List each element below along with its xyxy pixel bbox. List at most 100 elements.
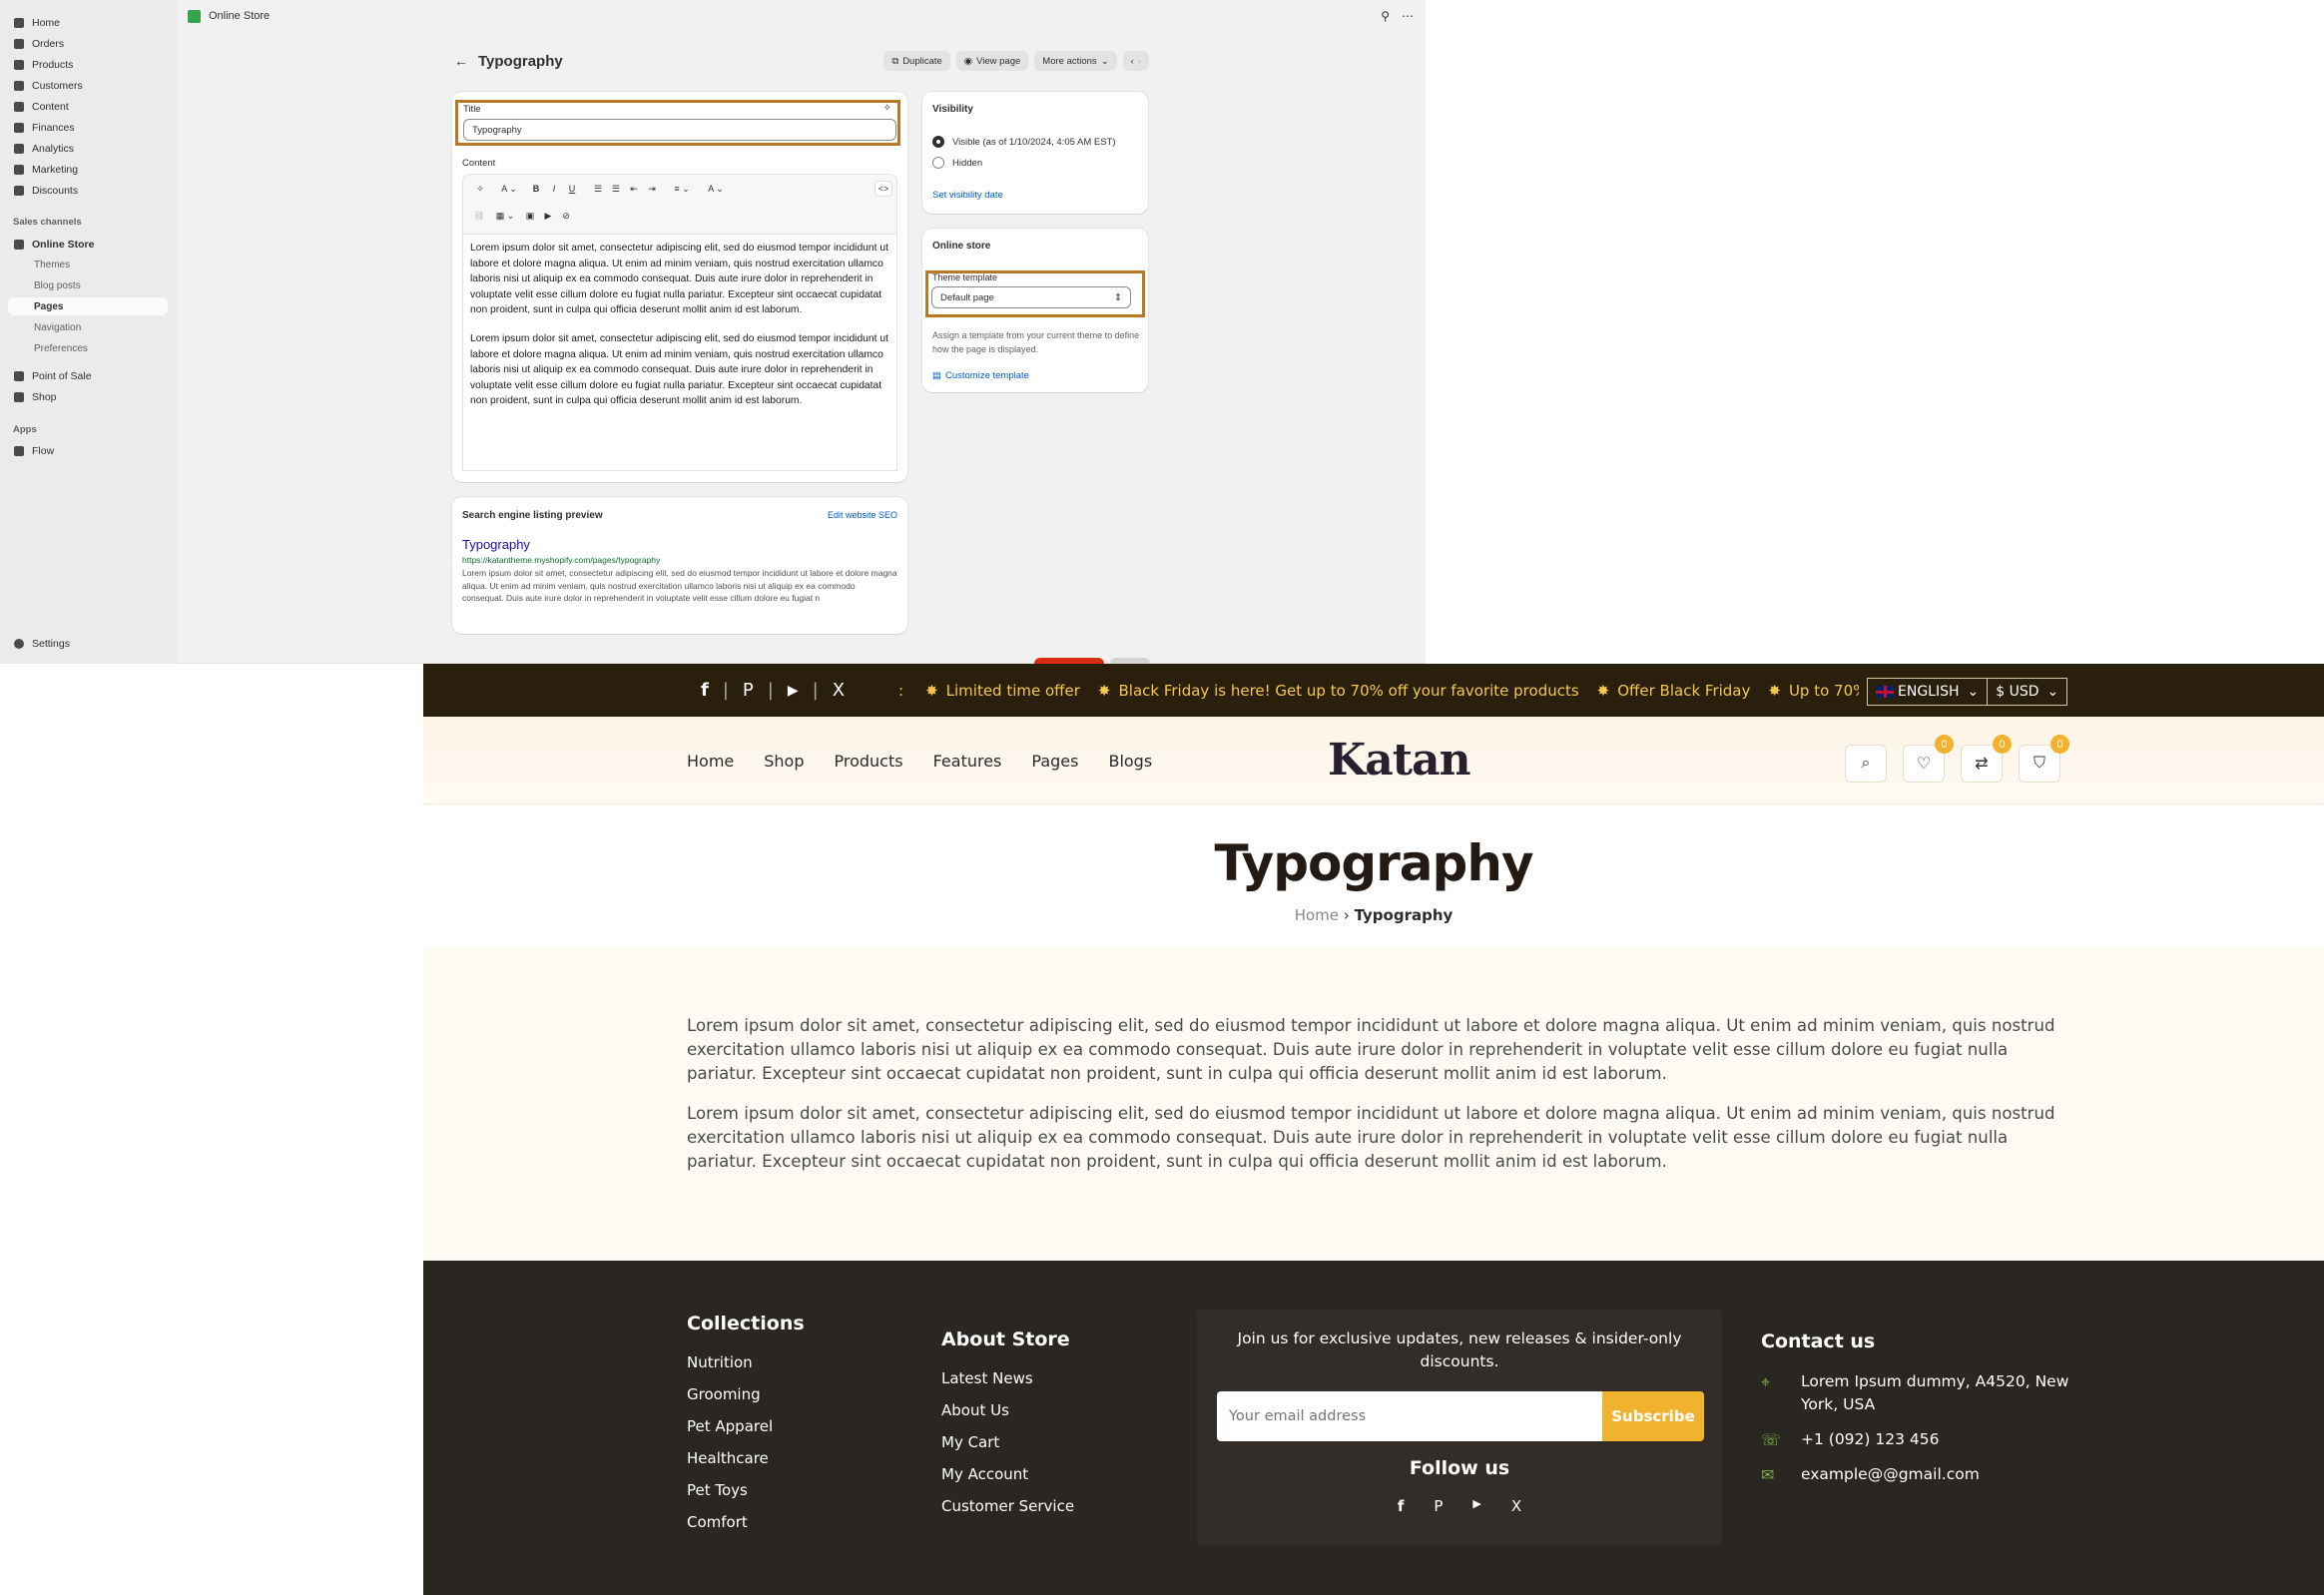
target-icon — [14, 164, 24, 175]
bold-icon[interactable]: B — [529, 181, 543, 197]
underline-icon[interactable]: U — [565, 181, 579, 197]
sidebar-item-analytics[interactable]: Analytics — [10, 139, 168, 158]
footer-link[interactable]: Pet Toys — [687, 1480, 805, 1512]
sidebar-sub-themes[interactable]: Themes — [34, 256, 168, 273]
footer-link[interactable]: Latest News — [941, 1368, 1074, 1400]
sidebar-item-customers[interactable]: Customers — [10, 76, 168, 95]
divider: : — [898, 681, 904, 700]
email-input[interactable] — [1217, 1391, 1602, 1441]
text-color-dropdown[interactable]: A ⌄ — [701, 181, 731, 197]
content-card: Title ✧ Typography Content ✧ A ⌄ B I U ☰… — [452, 92, 907, 482]
marquee-item: ✸Up to 70% Discoun — [1768, 681, 1859, 700]
more-icon[interactable]: ⋯ — [1402, 9, 1414, 23]
pinterest-icon[interactable]: P — [1434, 1497, 1443, 1515]
sidebar-sub-pages[interactable]: Pages — [8, 297, 168, 315]
more-actions-button[interactable]: More actions ⌄ — [1034, 51, 1117, 71]
nav-pages[interactable]: Pages — [1031, 752, 1078, 771]
facebook-icon[interactable]: f — [1398, 1497, 1405, 1515]
content-editor[interactable]: Lorem ipsum dolor sit amet, consectetur … — [462, 234, 897, 471]
footer-link[interactable]: My Account — [941, 1464, 1074, 1496]
sales-channels-heading[interactable]: Sales channels — [13, 217, 82, 228]
chevron-right-icon[interactable]: › — [1138, 56, 1141, 67]
footer-link[interactable]: Nutrition — [687, 1352, 805, 1384]
language-select[interactable]: ENGLISH ⌄ — [1868, 679, 1987, 705]
chevron-left-icon[interactable]: ‹ — [1131, 56, 1134, 67]
subscribe-button[interactable]: Subscribe — [1602, 1391, 1704, 1441]
duplicate-button[interactable]: ⧉ Duplicate — [883, 51, 950, 71]
sidebar-item-finances[interactable]: Finances — [10, 118, 168, 137]
bullet-list-icon[interactable]: ☰ — [591, 181, 605, 197]
magic-icon[interactable]: ✧ — [883, 103, 891, 114]
search-button[interactable]: ⌕ — [1845, 745, 1887, 783]
sidebar-item-flow[interactable]: Flow — [10, 441, 168, 460]
customize-template-link[interactable]: ▤ Customize template — [932, 370, 1029, 381]
video-icon[interactable]: ▶ — [541, 208, 555, 224]
table-dropdown[interactable]: ▦ ⌄ — [491, 208, 519, 224]
marquee-item: ✸ Limited time offer — [925, 681, 1080, 700]
sidebar-sub-blog-posts[interactable]: Blog posts — [34, 276, 168, 294]
facebook-icon[interactable]: f — [701, 680, 709, 701]
breadcrumb[interactable]: Online Store — [209, 10, 270, 22]
x-icon[interactable]: X — [1511, 1497, 1521, 1515]
sidebar-sub-navigation[interactable]: Navigation — [34, 318, 168, 336]
clear-format-icon[interactable]: ⊘ — [559, 208, 573, 224]
sidebar-item-shop[interactable]: Shop — [10, 387, 168, 406]
footer-link[interactable]: Healthcare — [687, 1448, 805, 1480]
breadcrumb-home[interactable]: Home — [1295, 906, 1339, 924]
wishlist-button[interactable]: ♡ 0 — [1903, 735, 1954, 783]
nav-shop[interactable]: Shop — [764, 752, 804, 771]
theme-template-select[interactable]: Default page ⇕ — [931, 286, 1131, 308]
hidden-radio[interactable]: Hidden — [932, 153, 982, 173]
sidebar-item-marketing[interactable]: Marketing — [10, 160, 168, 179]
view-page-button[interactable]: ◉ View page — [955, 51, 1029, 71]
italic-icon[interactable]: I — [547, 181, 561, 197]
storefront: f | P | ▶ | X : ✸ Limited time offer ✸ Bla… — [423, 664, 2324, 1595]
sidebar-item-content[interactable]: Content — [10, 97, 168, 116]
footer-link[interactable]: My Cart — [941, 1432, 1074, 1464]
image-icon[interactable]: ▣ — [523, 208, 537, 224]
footer-link[interactable]: Pet Apparel — [687, 1416, 805, 1448]
magic-icon[interactable]: ✧ — [471, 181, 489, 197]
align-dropdown[interactable]: ≡ ⌄ — [667, 181, 697, 197]
footer-link[interactable]: Comfort — [687, 1512, 805, 1544]
sidebar-item-online-store[interactable]: Online Store — [10, 235, 168, 254]
cart-button[interactable]: ⛉ 0 — [2019, 735, 2069, 783]
sidebar-item-settings[interactable]: Settings — [10, 634, 168, 653]
brand-logo[interactable]: Katan — [1328, 735, 1471, 786]
sidebar-item-products[interactable]: Products — [10, 55, 168, 74]
footer-socials: f P ▶ X — [1197, 1497, 1722, 1515]
nav-products[interactable]: Products — [835, 752, 903, 771]
set-visibility-date-link[interactable]: Set visibility date — [932, 190, 1003, 201]
compare-button[interactable]: ⇄ 0 — [1961, 735, 2012, 783]
visible-radio[interactable]: Visible (as of 1/10/2024, 4:05 AM EST) — [932, 132, 1116, 152]
youtube-icon[interactable]: ▶ — [788, 683, 799, 699]
edit-seo-link[interactable]: Edit website SEO — [828, 510, 897, 520]
sidebar-item-orders[interactable]: Orders — [10, 34, 168, 53]
sidebar-item-home[interactable]: Home — [10, 13, 168, 32]
youtube-icon[interactable]: ▶ — [1472, 1497, 1480, 1515]
shop-icon — [14, 391, 24, 402]
footer-link[interactable]: Grooming — [687, 1384, 805, 1416]
pin-icon[interactable]: ⚲ — [1381, 9, 1390, 23]
apps-heading[interactable]: Apps — [13, 424, 37, 435]
back-arrow-icon[interactable]: ← — [454, 53, 468, 69]
x-icon[interactable]: X — [833, 680, 845, 701]
nav-blogs[interactable]: Blogs — [1108, 752, 1152, 771]
numbered-list-icon[interactable]: ☰ — [609, 181, 623, 197]
pinterest-icon[interactable]: P — [743, 680, 754, 701]
indent-icon[interactable]: ⇥ — [645, 181, 659, 197]
currency-select[interactable]: $ USD ⌄ — [1987, 679, 2066, 705]
sidebar-item-discounts[interactable]: Discounts — [10, 181, 168, 200]
code-view-icon[interactable]: <> — [874, 181, 892, 197]
footer-link[interactable]: Customer Service — [941, 1496, 1074, 1528]
link-icon[interactable]: ⛓ — [471, 208, 487, 224]
sidebar-sub-preferences[interactable]: Preferences — [34, 339, 168, 357]
title-label: Title — [463, 104, 481, 115]
nav-features[interactable]: Features — [933, 752, 1002, 771]
nav-home[interactable]: Home — [687, 752, 734, 771]
font-size-dropdown[interactable]: A ⌄ — [493, 181, 525, 197]
title-input[interactable]: Typography — [463, 119, 896, 141]
outdent-icon[interactable]: ⇤ — [627, 181, 641, 197]
sidebar-item-point-of-sale[interactable]: Point of Sale — [10, 366, 168, 385]
footer-link[interactable]: About Us — [941, 1400, 1074, 1432]
